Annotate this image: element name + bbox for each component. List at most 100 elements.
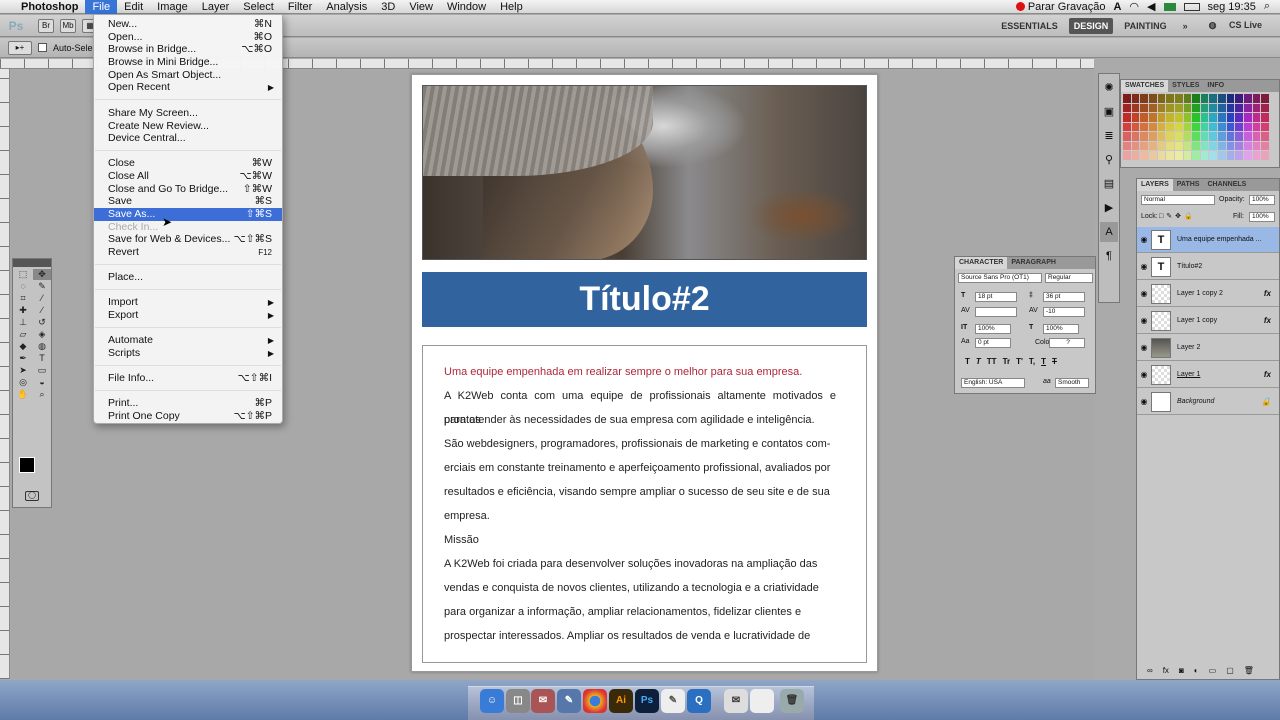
swatch-cell[interactable] xyxy=(1183,94,1192,103)
swatch-cell[interactable] xyxy=(1140,94,1148,103)
layer-row[interactable]: ◉ Layer 1 fx xyxy=(1137,362,1279,388)
menu-item-save[interactable]: Save ⌘S xyxy=(94,195,282,208)
swatch-cell[interactable] xyxy=(1192,132,1200,141)
battery-icon[interactable] xyxy=(1183,2,1200,11)
actions-icon[interactable]: ▶ xyxy=(1100,198,1118,218)
tab-info[interactable]: INFO xyxy=(1203,80,1228,92)
move-tool-preset[interactable]: ▸+ xyxy=(8,40,32,55)
swatch-cell[interactable] xyxy=(1209,132,1218,141)
layer-name[interactable]: Uma equipe empenhada ... xyxy=(1177,236,1261,243)
swatch-cell[interactable] xyxy=(1244,122,1252,132)
3d-orbit-tool-icon[interactable]: ◒ xyxy=(33,377,51,388)
swatch-cell[interactable] xyxy=(1200,122,1209,132)
swatch-cell[interactable] xyxy=(1148,122,1157,132)
paragraph-icon[interactable]: ¶ xyxy=(1100,246,1118,266)
font-style-select[interactable]: Regular xyxy=(1045,273,1093,283)
faux-italic-button[interactable]: T xyxy=(976,357,981,366)
swatch-cell[interactable] xyxy=(1148,151,1157,160)
flag-icon[interactable] xyxy=(1163,2,1176,11)
swatch-cell[interactable] xyxy=(1235,94,1244,103)
swatch-cell[interactable] xyxy=(1157,151,1166,160)
app-menu[interactable]: Photoshop xyxy=(14,0,85,14)
visibility-eye-icon[interactable]: ◉ xyxy=(1137,262,1151,271)
tools-panel-header[interactable] xyxy=(13,259,51,267)
swatch-cell[interactable] xyxy=(1261,113,1269,122)
swatch-cell[interactable] xyxy=(1131,132,1140,141)
vertical-ruler[interactable] xyxy=(0,69,10,679)
clone-source-icon[interactable]: ⚲ xyxy=(1100,150,1118,170)
menu-item-import[interactable]: Import ▶ xyxy=(94,296,282,309)
tab-styles[interactable]: STYLES xyxy=(1168,80,1203,92)
swatch-cell[interactable] xyxy=(1131,113,1140,122)
quick-mask-icon[interactable]: ◯ xyxy=(25,491,39,501)
swatch-cell[interactable] xyxy=(1252,132,1261,141)
baseline-shift-field[interactable]: 0 pt xyxy=(975,338,1011,348)
tab-character[interactable]: CHARACTER xyxy=(955,257,1008,269)
swatch-cell[interactable] xyxy=(1166,113,1174,122)
swatch-cell[interactable] xyxy=(1123,141,1131,151)
character-icon[interactable]: A xyxy=(1100,222,1118,242)
masks-icon[interactable]: ▣ xyxy=(1100,102,1118,122)
swatch-cell[interactable] xyxy=(1166,132,1174,141)
swatch-cell[interactable] xyxy=(1235,103,1244,113)
menu-item-close[interactable]: Close ⌘W xyxy=(94,157,282,170)
swatch-cell[interactable] xyxy=(1166,141,1174,151)
swatch-cell[interactable] xyxy=(1235,113,1244,122)
swatch-cell[interactable] xyxy=(1200,151,1209,160)
dodge-tool-icon[interactable]: ◍ xyxy=(33,341,51,352)
menu-item-print-one-copy[interactable]: Print One Copy ⌥⇧⌘P xyxy=(94,410,282,423)
visibility-eye-icon[interactable]: ◉ xyxy=(1137,370,1151,379)
fill-field[interactable]: 100% xyxy=(1249,212,1275,222)
bucket-tool-icon[interactable]: ◈ xyxy=(33,329,51,340)
swatch-cell[interactable] xyxy=(1226,151,1235,160)
new-group-icon[interactable]: ▭ xyxy=(1209,666,1217,675)
delete-layer-icon[interactable]: 🗑 xyxy=(1244,666,1254,675)
menu-item-open-recent[interactable]: Open Recent ▶ xyxy=(94,81,282,94)
swatch-cell[interactable] xyxy=(1209,103,1218,113)
eraser-tool-icon[interactable]: ▱ xyxy=(14,329,32,340)
stamp-tool-icon[interactable]: ⊥ xyxy=(14,317,32,328)
menu-item-share-screen[interactable]: Share My Screen... xyxy=(94,107,282,120)
menu-edit[interactable]: Edit xyxy=(117,0,150,14)
swatch-cell[interactable] xyxy=(1261,103,1269,113)
swatch-cell[interactable] xyxy=(1140,113,1148,122)
swatch-cell[interactable] xyxy=(1218,151,1226,160)
window-thumb-icon[interactable] xyxy=(750,689,774,713)
swatch-cell[interactable] xyxy=(1200,141,1209,151)
swatch-cell[interactable] xyxy=(1252,103,1261,113)
menu-item-automate[interactable]: Automate ▶ xyxy=(94,334,282,347)
layer-effects-icon[interactable]: fx xyxy=(1264,316,1271,325)
visibility-eye-icon[interactable]: ◉ xyxy=(1137,235,1151,244)
shape-tool-icon[interactable]: ▭ xyxy=(33,365,51,376)
menu-item-place[interactable]: Place... xyxy=(94,271,282,284)
menu-view[interactable]: View xyxy=(402,0,440,14)
marquee-tool-icon[interactable]: ⬚ xyxy=(14,269,32,280)
menu-3d[interactable]: 3D xyxy=(374,0,402,14)
swatch-cell[interactable] xyxy=(1209,151,1218,160)
font-size-field[interactable]: 18 pt xyxy=(975,292,1017,302)
move-tool-icon[interactable]: ✥ xyxy=(33,269,51,280)
visibility-eye-icon[interactable]: ◉ xyxy=(1137,343,1151,352)
photoshop-icon[interactable]: Ps xyxy=(635,689,659,713)
adjustments-icon[interactable]: ✺ xyxy=(1100,78,1118,98)
vertical-scale-field[interactable]: 100% xyxy=(975,324,1011,334)
strikethrough-button[interactable]: T xyxy=(1052,357,1057,366)
healing-tool-icon[interactable]: ✚ xyxy=(14,305,32,316)
workspace-design[interactable]: DESIGN xyxy=(1068,17,1114,34)
swatch-cell[interactable] xyxy=(1235,122,1244,132)
blur-tool-icon[interactable]: ◆ xyxy=(14,341,32,352)
menu-help[interactable]: Help xyxy=(493,0,530,14)
swatch-cell[interactable] xyxy=(1192,141,1200,151)
swatch-cell[interactable] xyxy=(1123,94,1131,103)
swatch-cell[interactable] xyxy=(1244,141,1252,151)
swatch-cell[interactable] xyxy=(1131,94,1140,103)
history-icon[interactable]: ▤ xyxy=(1100,174,1118,194)
menu-item-print[interactable]: Print... ⌘P xyxy=(94,397,282,410)
illustrator-icon[interactable]: Ai xyxy=(609,689,633,713)
faux-bold-button[interactable]: T xyxy=(965,357,970,366)
layer-name[interactable]: Layer 1 copy 2 xyxy=(1177,290,1223,297)
swatch-cell[interactable] xyxy=(1252,141,1261,151)
stamp-app-icon[interactable]: ✉ xyxy=(531,689,555,713)
swatch-cell[interactable] xyxy=(1148,132,1157,141)
leading-field[interactable]: 36 pt xyxy=(1043,292,1085,302)
